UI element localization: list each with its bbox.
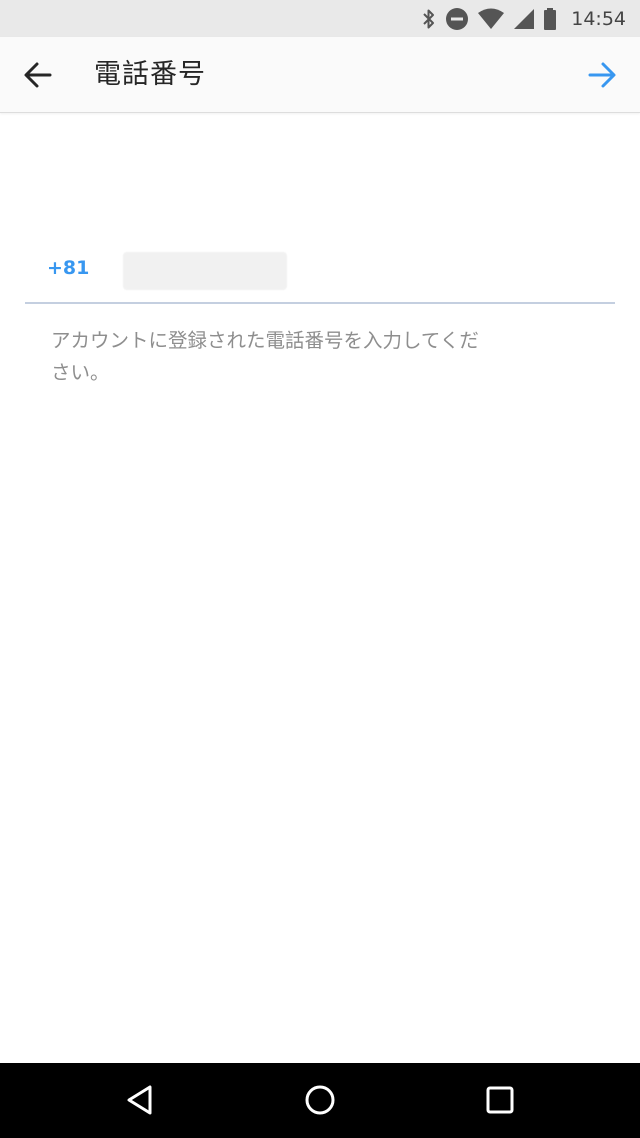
cell-signal-icon <box>513 0 535 37</box>
page-title: 電話番号 <box>94 59 206 90</box>
phone-number-input[interactable] <box>123 252 287 290</box>
country-code-selector[interactable]: +81 <box>47 257 89 279</box>
phone-number-row: +81 <box>25 240 615 304</box>
back-button[interactable] <box>14 51 62 99</box>
next-button[interactable] <box>578 51 626 99</box>
battery-icon <box>543 0 557 37</box>
nav-home-button[interactable] <box>290 1075 350 1125</box>
status-bar: 14:54 <box>0 0 640 37</box>
wifi-icon <box>477 0 505 37</box>
arrow-left-icon <box>24 62 52 88</box>
arrow-right-icon <box>588 62 616 88</box>
screen: 14:54 電話番号 +81 アカウントに登録された電話番号を入力してください。 <box>0 0 640 1138</box>
status-time: 14:54 <box>571 7 626 30</box>
square-recents-icon <box>486 1086 514 1114</box>
helper-text: アカウントに登録された電話番号を入力してください。 <box>51 329 479 384</box>
navigation-bar <box>0 1063 640 1138</box>
bluetooth-icon <box>421 0 437 37</box>
app-bar: 電話番号 <box>0 37 640 113</box>
nav-recents-button[interactable] <box>470 1075 530 1125</box>
triangle-back-icon <box>127 1085 152 1115</box>
do-not-disturb-icon <box>445 0 469 37</box>
circle-home-icon <box>305 1085 335 1115</box>
nav-back-button[interactable] <box>110 1075 170 1125</box>
